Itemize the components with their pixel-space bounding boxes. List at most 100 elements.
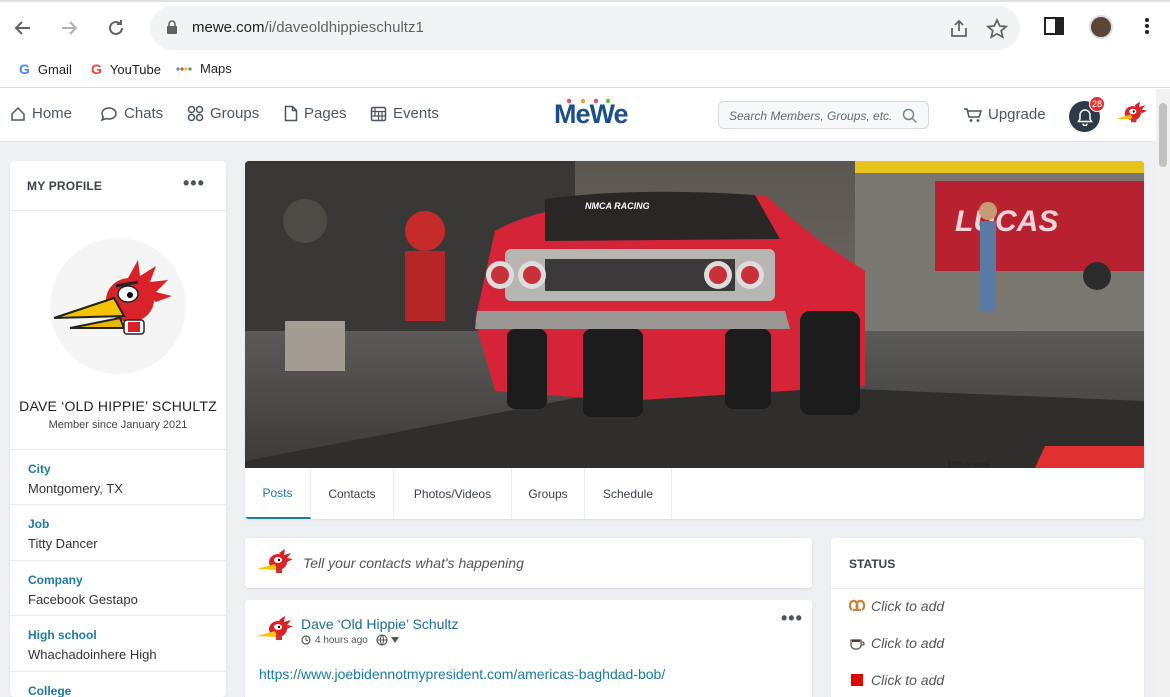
bell-icon — [1076, 108, 1093, 126]
bookmarks-bar: G Gmail G YouTube Maps — [0, 52, 1170, 88]
search-input[interactable]: Search Members, Groups, etc. — [718, 101, 929, 129]
nav-home[interactable]: Home — [10, 105, 72, 122]
nav-chats[interactable]: Chats — [100, 105, 163, 122]
nav-chats-label: Chats — [124, 105, 164, 122]
composer-placeholder: Tell your contacts what's happening — [303, 555, 524, 571]
nav-events[interactable]: Events — [370, 105, 439, 122]
field-label: Company — [28, 573, 83, 587]
star-icon[interactable] — [986, 18, 1008, 40]
profile-card-title: MY PROFILE — [27, 179, 103, 193]
back-button[interactable] — [9, 14, 37, 42]
bookmark-youtube[interactable]: G YouTube — [91, 61, 161, 77]
cover-photo[interactable]: LUCAS NMCA RACING 19th Annual — [245, 161, 1144, 468]
groups-icon — [187, 105, 204, 122]
post-author-avatar[interactable] — [255, 614, 295, 648]
mewe-top-nav: Home Chats Groups Pages Events MeWe Sear… — [0, 89, 1156, 142]
cart-icon — [964, 107, 983, 122]
post-time: 4 hours ago — [315, 634, 368, 646]
arrow-right-icon — [62, 21, 78, 35]
field-label: College — [28, 684, 72, 697]
status-row-1[interactable]: Click to add — [849, 598, 944, 614]
nav-pages[interactable]: Pages — [284, 105, 347, 122]
bookmark-gmail[interactable]: G Gmail — [19, 61, 72, 77]
caret-down-icon[interactable] — [390, 637, 399, 643]
reload-button[interactable] — [102, 14, 130, 42]
bookmark-maps[interactable]: Maps — [176, 61, 232, 76]
profile-avatar[interactable] — [50, 238, 186, 374]
forward-button[interactable] — [55, 14, 83, 42]
status-row-3[interactable]: Click to add — [849, 672, 944, 688]
nav-pages-label: Pages — [304, 105, 347, 122]
more-vert-icon[interactable] — [1138, 16, 1156, 36]
post-author-name[interactable]: Dave ‘Old Hippie’ Schultz — [301, 616, 458, 632]
chat-bubble-icon — [100, 106, 117, 121]
apps-dots-icon — [176, 66, 192, 71]
scrollbar-thumb[interactable] — [1159, 103, 1167, 167]
nav-groups[interactable]: Groups — [187, 105, 259, 122]
status-row-2[interactable]: Click to add — [849, 635, 944, 651]
post-composer[interactable]: Tell your contacts what's happening — [245, 538, 812, 588]
profile-name: DAVE ‘OLD HIPPIE’ SCHULTZ — [19, 398, 217, 414]
profile-tabs: Posts Contacts Photos/Videos Groups Sche… — [245, 468, 1144, 519]
status-title: STATUS — [849, 557, 896, 571]
composer-avatar — [257, 549, 293, 573]
nav-groups-label: Groups — [210, 105, 260, 122]
status-card: STATUS Click to add Click to add Click t… — [831, 538, 1144, 697]
svg-text:LUCAS: LUCAS — [955, 205, 1058, 238]
post-link[interactable]: https://www.joebidennotmypresident.com/a… — [259, 666, 665, 682]
profile-field-high-school: High school Whachadoinhere High — [10, 615, 226, 671]
profile-field-college: College — [10, 671, 226, 697]
notification-count-badge: 28 — [1089, 96, 1105, 112]
post-meta: 4 hours ago — [301, 634, 399, 646]
browser-profile-avatar[interactable] — [1089, 15, 1113, 39]
status-row-label: Click to add — [871, 598, 945, 614]
share-icon[interactable] — [948, 18, 970, 40]
status-row-label: Click to add — [871, 672, 945, 688]
field-value: Titty Dancer — [28, 536, 98, 551]
pretzel-icon — [849, 599, 865, 613]
scrollbar[interactable] — [1156, 89, 1170, 697]
profile-card: MY PROFILE ••• DAVE ‘OLD HIPPIE’ SCHULTZ… — [10, 161, 226, 697]
google-g-icon: G — [19, 61, 30, 77]
search-placeholder: Search Members, Groups, etc. — [729, 109, 893, 123]
tab-contacts[interactable]: Contacts — [311, 468, 394, 519]
profile-card-header: MY PROFILE ••• — [10, 161, 226, 211]
tab-posts[interactable]: Posts — [245, 468, 311, 519]
nav-home-label: Home — [32, 105, 73, 122]
address-bar[interactable]: mewe.com/i/daveoldhippieschultz1 — [150, 6, 1020, 50]
member-since: Member since January 2021 — [48, 419, 188, 431]
url-path: /i/daveoldhippieschultz1 — [264, 19, 424, 36]
browser-toolbar: mewe.com/i/daveoldhippieschultz1 — [0, 0, 1170, 52]
status-row-label: Click to add — [871, 635, 945, 651]
tab-schedule[interactable]: Schedule — [585, 468, 672, 519]
tab-photos-videos[interactable]: Photos/Videos — [394, 468, 512, 519]
globe-icon[interactable] — [376, 634, 388, 646]
coffee-icon — [849, 636, 865, 650]
cover-caption: 19th Annual — [947, 460, 990, 468]
field-label: Job — [28, 517, 50, 531]
upgrade-label: Upgrade — [988, 106, 1046, 123]
reload-icon — [109, 20, 123, 35]
home-icon — [11, 106, 25, 121]
nav-events-label: Events — [393, 105, 439, 122]
bookmark-label: YouTube — [109, 61, 161, 77]
side-panel-icon[interactable] — [1044, 16, 1064, 36]
page-icon — [284, 105, 298, 122]
profile-field-job: Job Titty Dancer — [10, 504, 226, 560]
profile-field-company: Company Facebook Gestapo — [10, 560, 226, 616]
url-host: mewe.com — [192, 19, 265, 36]
woodpecker-avatar-image — [53, 260, 172, 335]
tab-groups[interactable]: Groups — [512, 468, 585, 519]
more-options-icon[interactable]: ••• — [183, 173, 205, 194]
profile-field-city: City Montgomery, TX — [10, 449, 226, 505]
mewe-logo[interactable]: MeWe — [554, 99, 629, 130]
red-square-icon — [849, 673, 865, 687]
url-text: mewe.com/i/daveoldhippieschultz1 — [192, 19, 424, 36]
field-label: City — [28, 462, 51, 476]
user-avatar[interactable] — [1113, 98, 1149, 134]
arrow-left-icon — [14, 21, 30, 35]
upgrade-button[interactable]: Upgrade — [963, 106, 1046, 123]
field-value: Facebook Gestapo — [28, 592, 138, 607]
lock-icon — [167, 20, 177, 34]
post-more-options-icon[interactable]: ••• — [781, 608, 803, 629]
